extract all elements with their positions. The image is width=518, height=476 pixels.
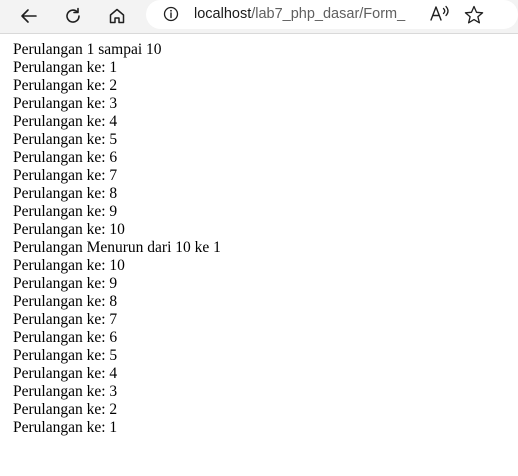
output-line: Perulangan ke: 2 [13, 401, 118, 418]
output-line: Perulangan ke: 4 [13, 113, 118, 130]
output-line: Perulangan ke: 10 [13, 221, 125, 238]
address-bar[interactable]: localhost/lab7_php_dasar/Form_i... [146, 0, 518, 29]
output-line: Perulangan ke: 8 [13, 185, 118, 202]
output-line: Perulangan ke: 2 [13, 77, 118, 94]
output-line: Perulangan ke: 3 [13, 95, 118, 112]
output-line: Perulangan ke: 10 [13, 257, 125, 274]
home-button[interactable] [102, 2, 132, 30]
output-line: Perulangan ke: 7 [13, 311, 118, 328]
output-line: Perulangan ke: 5 [13, 131, 118, 148]
output-line: Perulangan ke: 8 [13, 293, 118, 310]
output-line: Perulangan ke: 1 [13, 419, 118, 436]
output-line: Perulangan ke: 6 [13, 329, 118, 346]
url-host: localhost [194, 6, 252, 22]
info-icon[interactable] [163, 6, 179, 22]
reload-button[interactable] [58, 2, 88, 30]
read-aloud-icon[interactable] [429, 4, 451, 24]
loop-heading-descending: Perulangan Menurun dari 10 ke 1 [13, 239, 221, 256]
output-line: Perulangan ke: 7 [13, 167, 118, 184]
reload-icon [66, 7, 80, 23]
output-line: Perulangan ke: 9 [13, 275, 118, 292]
output-line: Perulangan ke: 5 [13, 347, 118, 364]
output-line: Perulangan ke: 3 [13, 383, 118, 400]
browser-toolbar: localhost/lab7_php_dasar/Form_i... [0, 0, 518, 33]
output-line: Perulangan ke: 1 [13, 59, 118, 76]
loop-heading-ascending: Perulangan 1 sampai 10 [13, 41, 162, 58]
page-viewport: Perulangan 1 sampai 10 Perulangan ke: 1 … [0, 34, 518, 476]
url-path: /lab7_php_dasar/Form_i... [251, 6, 406, 22]
back-arrow-icon [21, 9, 37, 23]
home-icon [109, 8, 125, 24]
output-line: Perulangan ke: 9 [13, 203, 118, 220]
output-line: Perulangan ke: 6 [13, 149, 118, 166]
back-button[interactable] [14, 2, 44, 30]
output-line: Perulangan ke: 4 [13, 365, 118, 382]
page-content: Perulangan 1 sampai 10 Perulangan ke: 1 … [13, 41, 221, 437]
favorite-star-icon[interactable] [463, 4, 485, 26]
url-text[interactable]: localhost/lab7_php_dasar/Form_i... [194, 5, 406, 23]
